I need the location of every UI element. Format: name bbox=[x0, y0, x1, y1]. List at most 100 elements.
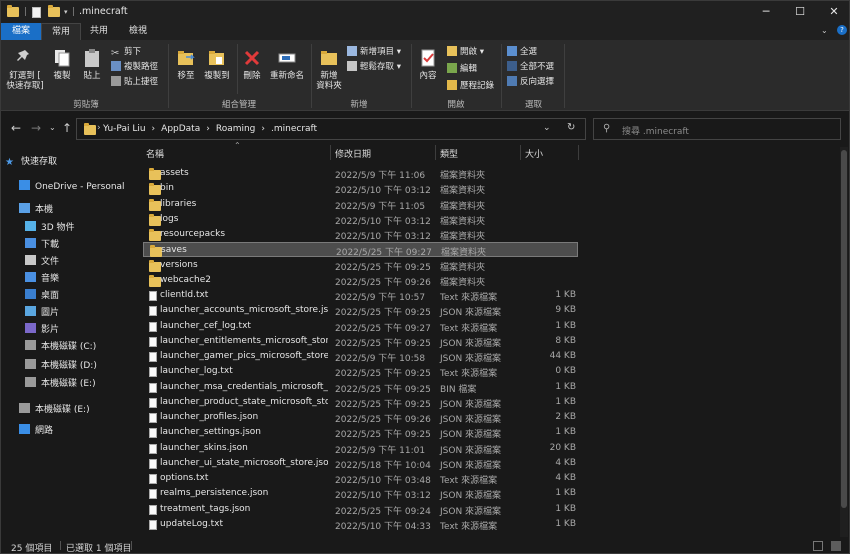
large-icons-view-icon[interactable] bbox=[831, 541, 841, 551]
properties-icon[interactable] bbox=[32, 5, 41, 19]
up-arrow-icon[interactable]: ↑ bbox=[62, 121, 72, 135]
file-row[interactable]: versions 2022/5/25 下午 09:25 檔案資料夾 bbox=[143, 258, 578, 273]
details-view-icon[interactable] bbox=[813, 541, 823, 551]
address-bar-row: ← → ⌄ ↑ › Yu-Pai Liu › AppData › Roaming › .mi… bbox=[1, 111, 849, 145]
maximize-button[interactable]: ☐ bbox=[783, 1, 817, 23]
file-row[interactable]: resourcepacks 2022/5/10 下午 03:12 檔案資料夾 bbox=[143, 227, 578, 242]
file-row[interactable]: launcher_product_state_microsoft_stor...… bbox=[143, 395, 578, 410]
invert-selection-button[interactable]: 反向選擇 bbox=[507, 76, 554, 88]
chevron-down-icon[interactable]: ⌄ bbox=[821, 26, 828, 35]
file-row[interactable]: clientId.txt 2022/5/9 下午 10:57 Text 來源檔案 1 … bbox=[143, 288, 578, 303]
tab-file[interactable]: 檔案 bbox=[1, 23, 41, 40]
file-row[interactable]: launcher_msa_credentials_microsoft_st...… bbox=[143, 380, 578, 395]
select-all-button[interactable]: 全選 bbox=[507, 46, 537, 58]
move-to-button[interactable]: 移至 bbox=[173, 48, 199, 81]
scrollbar-thumb[interactable] bbox=[841, 150, 847, 508]
invert-selection-label: 反向選擇 bbox=[520, 77, 555, 87]
file-row[interactable]: logs 2022/5/10 下午 03:12 檔案資料夾 bbox=[143, 212, 578, 227]
close-button[interactable]: ✕ bbox=[817, 1, 849, 23]
nav-item[interactable]: 本機 bbox=[19, 202, 53, 218]
tab-share[interactable]: 共用 bbox=[81, 23, 117, 40]
nav-item[interactable]: 文件 bbox=[25, 254, 59, 270]
file-row[interactable]: libraries 2022/5/9 下午 11:05 檔案資料夾 bbox=[143, 197, 578, 212]
minimize-button[interactable]: ─ bbox=[749, 1, 783, 23]
edit-button[interactable]: 編輯 bbox=[447, 63, 477, 75]
forward-arrow-icon[interactable]: → bbox=[31, 121, 41, 135]
refresh-icon[interactable]: ↻ bbox=[567, 122, 575, 133]
paste-button[interactable]: 貼上 bbox=[79, 48, 105, 81]
new-folder-quick-icon[interactable] bbox=[48, 5, 60, 19]
nav-item[interactable]: 本機磁碟 (E:) bbox=[19, 402, 90, 418]
cut-button[interactable]: ✂ 剪下 bbox=[111, 46, 141, 59]
file-row[interactable]: options.txt 2022/5/10 下午 03:48 Text 來源檔案 4 … bbox=[143, 471, 578, 486]
tab-view[interactable]: 檢視 bbox=[117, 23, 159, 40]
recent-locations-chevron-icon[interactable]: ⌄ bbox=[49, 123, 56, 132]
nav-item[interactable]: 本機磁碟 (E:) bbox=[25, 376, 96, 392]
file-row[interactable]: launcher_settings.json 2022/5/25 下午 09:25… bbox=[143, 425, 578, 440]
breadcrumb-separator[interactable]: › bbox=[206, 124, 210, 134]
file-row[interactable]: launcher_profiles.json 2022/5/25 下午 09:26… bbox=[143, 410, 578, 425]
back-arrow-icon[interactable]: ← bbox=[11, 121, 21, 135]
nav-item[interactable]: 音樂 bbox=[25, 271, 59, 287]
column-type[interactable]: 類型 bbox=[440, 147, 458, 160]
rename-button[interactable]: 重新命名 bbox=[267, 48, 307, 81]
breadcrumb-item[interactable]: Roaming bbox=[216, 124, 256, 134]
file-row[interactable]: updateLog.txt 2022/5/10 下午 04:33 Text 來源檔案… bbox=[143, 517, 578, 532]
edit-label: 編輯 bbox=[460, 64, 478, 74]
nav-item[interactable]: 圖片 bbox=[25, 305, 59, 321]
nav-item[interactable]: 網路 bbox=[19, 423, 53, 439]
new-item-button[interactable]: 新增項目 ▾ bbox=[347, 46, 401, 58]
file-date: 2022/5/25 下午 09:26 bbox=[335, 415, 431, 425]
help-icon[interactable]: ? bbox=[837, 25, 847, 35]
address-box[interactable]: › Yu-Pai Liu › AppData › Roaming › .minecraft … bbox=[76, 118, 586, 140]
file-row[interactable]: launcher_skins.json 2022/5/9 下午 11:01 JSON… bbox=[143, 441, 578, 456]
nav-item[interactable]: 3D 物件 bbox=[25, 220, 75, 236]
select-none-button[interactable]: 全部不選 bbox=[507, 61, 554, 73]
column-name[interactable]: 名稱 bbox=[146, 147, 164, 160]
column-date-modified[interactable]: 修改日期 bbox=[335, 147, 371, 160]
quick-access-dropdown-icon[interactable]: ▾ bbox=[64, 5, 68, 19]
file-row[interactable]: launcher_cef_log.txt 2022/5/25 下午 09:27 Te… bbox=[143, 319, 578, 334]
file-icon bbox=[149, 367, 157, 378]
history-button[interactable]: 歷程記錄 bbox=[447, 80, 494, 92]
properties-button[interactable]: 內容 bbox=[415, 48, 441, 81]
file-row-selected[interactable]: saves 2022/5/25 下午 09:27 檔案資料夾 bbox=[143, 242, 578, 258]
file-row[interactable]: assets 2022/5/9 下午 11:06 檔案資料夾 bbox=[143, 166, 578, 181]
nav-item[interactable]: OneDrive - Personal bbox=[19, 179, 125, 195]
file-row[interactable]: bin 2022/5/10 下午 03:12 檔案資料夾 bbox=[143, 181, 578, 196]
file-row[interactable]: launcher_entitlements_microsoft_store...… bbox=[143, 334, 578, 349]
file-row[interactable]: treatment_tags.json 2022/5/25 下午 09:24 JSO… bbox=[143, 502, 578, 517]
file-row[interactable]: webcache2 2022/5/25 下午 09:26 檔案資料夾 bbox=[143, 273, 578, 288]
nav-item[interactable]: 本機磁碟 (D:) bbox=[25, 358, 97, 374]
file-row[interactable]: launcher_gamer_pics_microsoft_store.j...… bbox=[143, 349, 578, 364]
nav-item[interactable]: 本機磁碟 (C:) bbox=[25, 339, 96, 355]
copy-path-button[interactable]: 複製路徑 bbox=[111, 61, 158, 73]
breadcrumb-item[interactable]: Yu-Pai Liu bbox=[103, 124, 146, 134]
nav-item-label: 圖片 bbox=[41, 308, 60, 318]
file-row[interactable]: realms_persistence.json 2022/5/10 下午 03:1… bbox=[143, 486, 578, 501]
address-dropdown-icon[interactable]: ⌄ bbox=[543, 123, 551, 133]
nav-item[interactable]: 桌面 bbox=[25, 288, 59, 304]
file-row[interactable]: launcher_ui_state_microsoft_store.json 20… bbox=[143, 456, 578, 471]
breadcrumb-item[interactable]: AppData bbox=[161, 124, 200, 134]
vertical-scrollbar[interactable] bbox=[840, 147, 848, 537]
file-row[interactable]: launcher_accounts_microsoft_store.json 20… bbox=[143, 303, 578, 318]
file-row[interactable]: launcher_log.txt 2022/5/25 下午 09:25 Text 來… bbox=[143, 364, 578, 379]
search-input[interactable]: ⚲ 搜尋 .minecraft bbox=[593, 118, 841, 140]
tab-home[interactable]: 常用 bbox=[41, 23, 81, 40]
pin-to-quick-access-button[interactable]: 釘選到 [ 快速存取] bbox=[5, 48, 45, 91]
nav-item[interactable]: 影片 bbox=[25, 322, 59, 338]
new-folder-button[interactable]: 新增 資料夾 bbox=[314, 48, 344, 91]
delete-button[interactable]: 刪除 bbox=[241, 48, 263, 81]
copy-button[interactable]: 複製 bbox=[49, 48, 75, 81]
breadcrumb-item[interactable]: .minecraft bbox=[271, 124, 317, 134]
breadcrumb-separator[interactable]: › bbox=[261, 124, 265, 134]
easy-access-button[interactable]: 輕鬆存取 ▾ bbox=[347, 61, 401, 73]
nav-item[interactable]: ★ 快速存取 bbox=[5, 154, 57, 170]
breadcrumb-separator[interactable]: › bbox=[152, 124, 156, 134]
nav-item[interactable]: 下載 bbox=[25, 237, 59, 253]
copy-to-button[interactable]: 複製到 bbox=[201, 48, 233, 81]
paste-shortcut-button[interactable]: 貼上捷徑 bbox=[111, 76, 158, 88]
open-button[interactable]: 開啟 ▾ bbox=[447, 46, 484, 58]
column-size[interactable]: 大小 bbox=[525, 147, 543, 160]
